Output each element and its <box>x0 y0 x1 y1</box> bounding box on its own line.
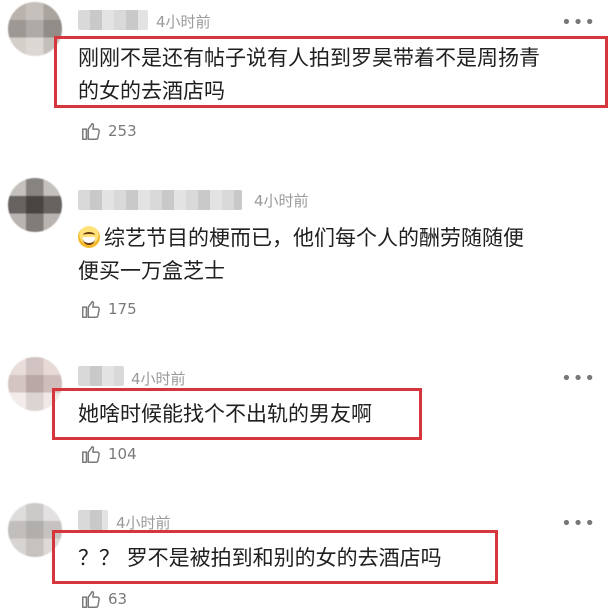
comment-time: 4小时前 <box>131 370 186 388</box>
comment-time: 4小时前 <box>254 192 309 210</box>
comment-text-line: 刚刚不是还有帖子说有人拍到罗昊带着不是周扬青 <box>78 46 540 70</box>
like-count: 253 <box>108 122 137 140</box>
like-count: 104 <box>108 445 137 463</box>
thumbs-up-icon <box>82 122 100 140</box>
more-dots-icon[interactable]: ••• <box>561 515 596 533</box>
like-button[interactable]: 104 <box>80 443 137 465</box>
username-blurred[interactable] <box>78 190 242 210</box>
like-count: 175 <box>108 300 137 318</box>
comment-text-line: 综艺节目的梗而已，他们每个人的酬劳随随便 <box>78 222 524 254</box>
username-blurred[interactable] <box>78 10 148 30</box>
like-button[interactable]: 63 <box>80 588 127 610</box>
thumbs-up-icon <box>82 300 100 318</box>
more-dots-icon[interactable]: ••• <box>561 14 596 32</box>
avatar[interactable] <box>8 357 62 411</box>
comment-text-line: 便买一万盒芝士 <box>78 259 225 283</box>
thumbs-up-icon <box>82 590 100 608</box>
more-dots-icon[interactable]: ••• <box>561 370 596 388</box>
like-button[interactable]: 175 <box>80 298 137 320</box>
thumbs-up-icon <box>82 445 100 463</box>
avatar[interactable] <box>8 503 62 557</box>
avatar[interactable] <box>8 2 62 56</box>
like-count: 63 <box>108 590 128 608</box>
grinning-face-emoji <box>78 226 100 248</box>
comment-time: 4小时前 <box>156 13 211 31</box>
comment-text-line: ？？ 罗不是被拍到和别的女的去酒店吗 <box>78 546 442 570</box>
username-blurred[interactable] <box>78 366 124 386</box>
comment-time: 4小时前 <box>116 514 171 532</box>
avatar[interactable] <box>8 178 62 232</box>
username-blurred[interactable] <box>78 510 108 530</box>
comment-text-line: 的女的去酒店吗 <box>78 79 225 103</box>
comment-text: 综艺节目的梗而已，他们每个人的酬劳随随便 <box>104 226 524 250</box>
like-button[interactable]: 253 <box>80 120 137 142</box>
comment-text-line: 她啥时候能找个不出轨的男友啊 <box>78 402 372 426</box>
